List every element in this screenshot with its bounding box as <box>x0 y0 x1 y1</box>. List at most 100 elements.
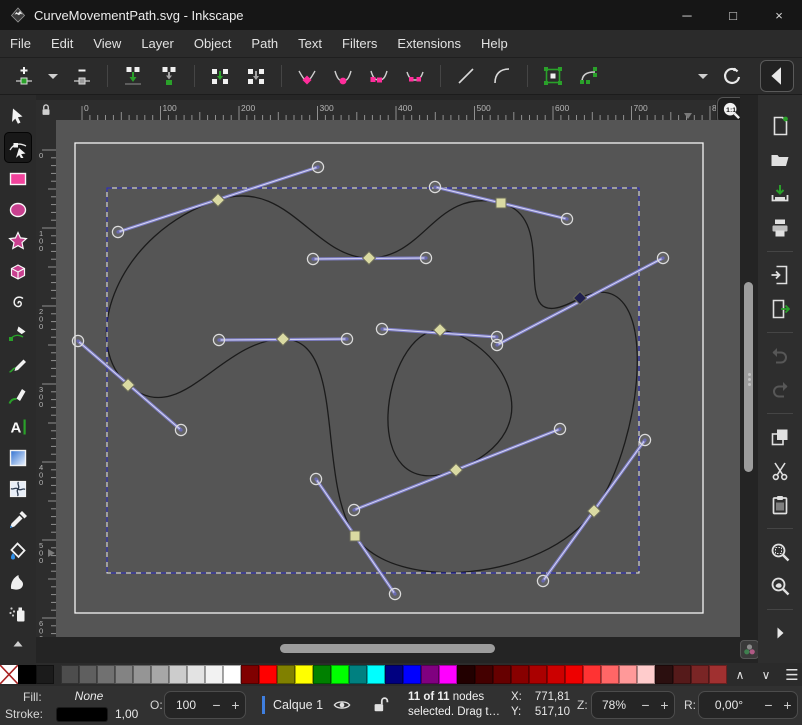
layer-visibility-toggle[interactable] <box>330 693 354 717</box>
pencil-tool[interactable] <box>4 349 32 380</box>
selector-tool[interactable] <box>4 101 32 132</box>
opacity-value[interactable]: 100 <box>165 698 207 712</box>
palette-swatch[interactable] <box>385 665 403 684</box>
zoom-selection-button[interactable] <box>765 537 795 567</box>
current-layer-name[interactable]: Calque 1 <box>273 698 323 712</box>
opacity-spinner[interactable]: 100 − + <box>164 691 246 719</box>
zoom-value[interactable]: 78% <box>592 698 636 712</box>
menu-edit[interactable]: Edit <box>41 30 83 58</box>
fill-value[interactable]: None <box>58 689 120 703</box>
palette-swatch[interactable] <box>133 665 151 684</box>
zoom-minus-button[interactable]: − <box>636 697 655 713</box>
snap-bar-collapse-button[interactable] <box>760 60 794 92</box>
menu-file[interactable]: File <box>0 30 41 58</box>
make-symmetric-node-button[interactable] <box>364 61 394 91</box>
tweak-tool[interactable] <box>4 566 32 597</box>
palette-swatch[interactable] <box>457 665 475 684</box>
palette-swatch[interactable] <box>36 665 54 684</box>
redo-button[interactable] <box>765 375 795 405</box>
color-managed-view-toggle[interactable] <box>740 640 759 659</box>
rotation-value[interactable]: 0,00° <box>699 698 759 712</box>
dropper-tool[interactable] <box>4 504 32 535</box>
insert-node-button[interactable] <box>9 61 39 91</box>
join-with-segment-button[interactable] <box>205 61 235 91</box>
text-tool[interactable]: A <box>4 411 32 442</box>
delete-node-button[interactable] <box>67 61 97 91</box>
stroke-width-value[interactable]: 1,00 <box>115 707 138 721</box>
gradient-tool[interactable] <box>4 442 32 473</box>
palette-swatch[interactable] <box>709 665 727 684</box>
palette-swatch[interactable] <box>421 665 439 684</box>
join-nodes-button[interactable] <box>154 61 184 91</box>
stroke-color-swatch[interactable] <box>57 708 107 721</box>
import-button[interactable] <box>765 260 795 290</box>
rectangle-tool[interactable] <box>4 163 32 194</box>
dock-resize-handle[interactable] <box>746 371 752 389</box>
palette-swatch[interactable] <box>115 665 133 684</box>
palette-swatch[interactable] <box>493 665 511 684</box>
menu-extensions[interactable]: Extensions <box>387 30 471 58</box>
duplicate-button[interactable] <box>765 422 795 452</box>
menu-view[interactable]: View <box>83 30 131 58</box>
calligraphy-tool[interactable] <box>4 380 32 411</box>
stroke-to-path-button[interactable] <box>574 61 604 91</box>
make-corner-node-button[interactable] <box>292 61 322 91</box>
palette-swatch[interactable] <box>601 665 619 684</box>
palette-swatch[interactable] <box>187 665 205 684</box>
palette-swatch[interactable] <box>18 665 36 684</box>
palette-swatch[interactable] <box>619 665 637 684</box>
palette-swatch[interactable] <box>97 665 115 684</box>
drawing-canvas[interactable] <box>56 120 740 637</box>
palette-swatch-none[interactable] <box>0 665 18 684</box>
guide-lock-toggle[interactable] <box>36 100 56 120</box>
cut-button[interactable] <box>765 456 795 486</box>
menu-text[interactable]: Text <box>288 30 332 58</box>
palette-swatch[interactable] <box>349 665 367 684</box>
node-tool[interactable] <box>4 132 32 163</box>
close-button[interactable]: × <box>756 0 802 30</box>
palette-swatch[interactable] <box>295 665 313 684</box>
palette-swatch[interactable] <box>529 665 547 684</box>
palette-swatch[interactable] <box>547 665 565 684</box>
palette-swatch[interactable] <box>655 665 673 684</box>
palette-swatch[interactable] <box>403 665 421 684</box>
palette-swatch[interactable] <box>223 665 241 684</box>
palette-swatch[interactable] <box>475 665 493 684</box>
menu-help[interactable]: Help <box>471 30 518 58</box>
palette-swatch[interactable] <box>511 665 529 684</box>
export-button[interactable] <box>765 294 795 324</box>
palette-scroll-down[interactable]: ∨ <box>753 664 779 686</box>
make-curve-segment-button[interactable] <box>487 61 517 91</box>
open-document-button[interactable] <box>765 145 795 175</box>
opacity-minus-button[interactable]: − <box>207 697 226 713</box>
palette-swatch[interactable] <box>79 665 97 684</box>
new-document-button[interactable] <box>765 111 795 141</box>
palette-swatch[interactable] <box>151 665 169 684</box>
undo-button[interactable] <box>765 341 795 371</box>
palette-swatch[interactable] <box>205 665 223 684</box>
star-tool[interactable] <box>4 225 32 256</box>
print-document-button[interactable] <box>765 213 795 243</box>
palette-swatch[interactable] <box>439 665 457 684</box>
box3d-tool[interactable] <box>4 256 32 287</box>
save-document-button[interactable] <box>765 179 795 209</box>
palette-swatch[interactable] <box>61 665 79 684</box>
commands-expand-button[interactable] <box>765 618 795 648</box>
palette-scroll-up[interactable]: ∧ <box>727 664 753 686</box>
object-to-path-button[interactable] <box>538 61 568 91</box>
spray-tool[interactable] <box>4 597 32 628</box>
ellipse-tool[interactable] <box>4 194 32 225</box>
toolbox-overflow[interactable] <box>4 628 32 659</box>
palette-swatch[interactable] <box>241 665 259 684</box>
menu-path[interactable]: Path <box>241 30 288 58</box>
insert-node-options[interactable] <box>43 61 63 91</box>
palette-swatch[interactable] <box>331 665 349 684</box>
menu-filters[interactable]: Filters <box>332 30 387 58</box>
palette-swatch[interactable] <box>583 665 601 684</box>
zoom-spinner[interactable]: 78% − + <box>591 691 675 719</box>
maximize-button[interactable]: □ <box>710 0 756 30</box>
vertical-ruler[interactable]: 0100200300400500600 <box>36 120 56 637</box>
horizontal-ruler[interactable]: 0100200300400500600700800 <box>56 100 716 120</box>
mesh-tool[interactable] <box>4 473 32 504</box>
palette-swatch[interactable] <box>367 665 385 684</box>
